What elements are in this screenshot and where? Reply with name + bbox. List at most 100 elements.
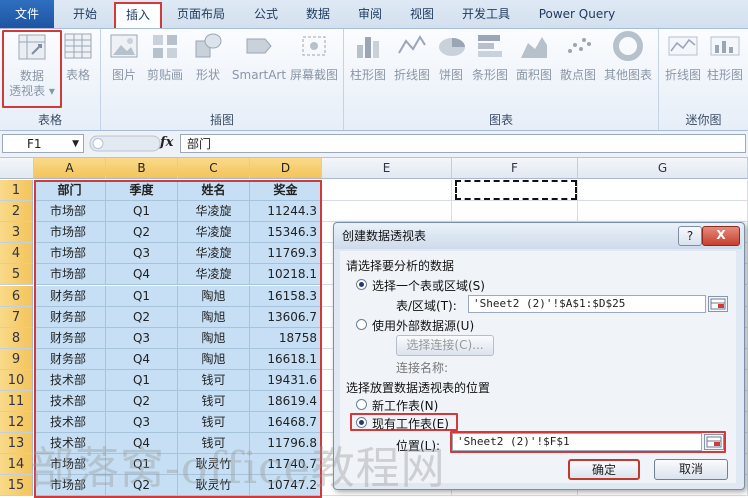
table-cell[interactable]: Q1 <box>106 285 178 307</box>
scatter-chart-button[interactable]: 散点图 <box>558 31 598 83</box>
screenshot-button[interactable]: 屏幕截图 <box>289 31 339 83</box>
sparkline-column-button[interactable]: 柱形图 <box>705 31 745 83</box>
empty-cell[interactable] <box>322 180 452 202</box>
table-cell[interactable]: Q2 <box>106 475 178 497</box>
column-chart-button[interactable]: 柱形图 <box>348 31 388 83</box>
radio-new-worksheet[interactable] <box>356 399 367 410</box>
label-select-table[interactable]: 选择一个表或区域(S) <box>372 277 485 294</box>
table-cell[interactable]: 技术部 <box>34 369 106 391</box>
other-charts-button[interactable]: 其他图表 <box>602 31 654 83</box>
tab-developer[interactable]: 开发工具 <box>454 3 518 25</box>
table-cell[interactable]: 15346.3 <box>250 222 322 244</box>
column-header-a[interactable]: A <box>34 158 106 179</box>
table-button[interactable]: 表格 <box>60 31 96 83</box>
table-cell[interactable]: 技术部 <box>34 412 106 434</box>
table-cell[interactable]: 10218.1 <box>250 264 322 286</box>
table-cell[interactable]: 陶旭 <box>178 285 250 307</box>
table-header-cell[interactable]: 姓名 <box>178 180 250 202</box>
table-cell[interactable]: 技术部 <box>34 391 106 413</box>
table-cell[interactable]: 陶旭 <box>178 306 250 328</box>
tab-view[interactable]: 视图 <box>402 3 442 25</box>
table-cell[interactable]: Q3 <box>106 243 178 265</box>
label-existing-worksheet[interactable]: 现有工作表(E) <box>372 415 449 432</box>
table-cell[interactable]: 市场部 <box>34 243 106 265</box>
table-cell[interactable]: 16158.3 <box>250 285 322 307</box>
table-cell[interactable]: Q4 <box>106 264 178 286</box>
cancel-button[interactable]: 取消 <box>654 459 728 480</box>
bar-chart-button[interactable]: 条形图 <box>470 31 510 83</box>
shapes-button[interactable]: 形状 <box>191 31 225 83</box>
row-header[interactable]: 10 <box>0 369 33 391</box>
empty-cell[interactable] <box>452 201 578 223</box>
pivot-table-button[interactable]: 数据 透视表 ▾ <box>2 30 62 108</box>
row-header[interactable]: 7 <box>0 306 33 328</box>
clipart-button[interactable]: 剪贴画 <box>145 31 185 83</box>
table-cell[interactable]: 16468.7 <box>250 412 322 434</box>
range-picker-button[interactable] <box>708 296 728 312</box>
table-cell[interactable]: 11740.7 <box>250 454 322 476</box>
table-cell[interactable]: 市场部 <box>34 222 106 244</box>
table-cell[interactable]: 财务部 <box>34 285 106 307</box>
table-cell[interactable]: Q2 <box>106 306 178 328</box>
sparkline-line-button[interactable]: 折线图 <box>663 31 703 83</box>
table-cell[interactable]: Q4 <box>106 433 178 455</box>
table-cell[interactable]: 华凌旋 <box>178 222 250 244</box>
table-cell[interactable]: Q1 <box>106 369 178 391</box>
empty-cell[interactable] <box>322 201 452 223</box>
table-cell[interactable]: Q2 <box>106 391 178 413</box>
location-picker-button[interactable] <box>704 434 724 450</box>
table-cell[interactable]: 技术部 <box>34 433 106 455</box>
location-input[interactable]: 'Sheet2 (2)'!$F$1 <box>452 433 702 451</box>
table-cell[interactable]: Q1 <box>106 454 178 476</box>
table-cell[interactable]: Q1 <box>106 201 178 223</box>
chevron-down-icon[interactable]: ▼ <box>72 135 79 154</box>
table-cell[interactable]: Q4 <box>106 348 178 370</box>
table-header-cell[interactable]: 奖金 <box>250 180 322 202</box>
label-external-source[interactable]: 使用外部数据源(U) <box>372 317 474 334</box>
table-cell[interactable]: 市场部 <box>34 201 106 223</box>
table-cell[interactable]: 市场部 <box>34 475 106 497</box>
column-header-g[interactable]: G <box>578 158 748 179</box>
table-cell[interactable]: 钱可 <box>178 391 250 413</box>
empty-cell[interactable] <box>578 201 748 223</box>
smartart-button[interactable]: SmartArt <box>231 31 287 83</box>
row-header[interactable]: 5 <box>0 264 33 286</box>
column-header-e[interactable]: E <box>322 158 452 179</box>
area-chart-button[interactable]: 面积图 <box>514 31 554 83</box>
table-cell[interactable]: 11244.3 <box>250 201 322 223</box>
tab-home[interactable]: 开始 <box>64 3 106 25</box>
table-cell[interactable]: 11769.3 <box>250 243 322 265</box>
column-header-b[interactable]: B <box>106 158 178 179</box>
table-cell[interactable]: 华凌旋 <box>178 243 250 265</box>
tab-file[interactable]: 文件 <box>0 0 54 28</box>
row-header[interactable]: 3 <box>0 222 33 244</box>
choose-connection-button[interactable]: 选择连接(C)... <box>396 335 494 356</box>
picture-button[interactable]: 图片 <box>107 31 141 83</box>
row-header[interactable]: 13 <box>0 433 33 455</box>
row-header[interactable]: 8 <box>0 327 33 349</box>
row-header[interactable]: 6 <box>0 285 33 307</box>
name-box[interactable]: F1 ▼ <box>2 134 84 153</box>
table-cell[interactable]: 钱可 <box>178 369 250 391</box>
table-header-cell[interactable]: 季度 <box>106 180 178 202</box>
column-header-d[interactable]: D <box>250 158 322 179</box>
help-button[interactable]: ? <box>678 226 702 246</box>
tab-page-layout[interactable]: 页面布局 <box>172 3 230 25</box>
column-header-f[interactable]: F <box>452 158 578 179</box>
row-header[interactable]: 9 <box>0 348 33 370</box>
table-cell[interactable]: 华凌旋 <box>178 264 250 286</box>
table-cell[interactable]: 财务部 <box>34 327 106 349</box>
table-cell[interactable]: 18758 <box>250 327 322 349</box>
table-cell[interactable]: 陶旭 <box>178 327 250 349</box>
table-cell[interactable]: 钱可 <box>178 412 250 434</box>
table-cell[interactable]: 耿灵竹 <box>178 475 250 497</box>
table-cell[interactable]: 市场部 <box>34 454 106 476</box>
table-cell[interactable]: 11796.8 <box>250 433 322 455</box>
empty-cell[interactable] <box>578 180 748 202</box>
pie-chart-button[interactable]: 饼图 <box>436 31 466 83</box>
row-header[interactable]: 2 <box>0 201 33 223</box>
table-cell[interactable]: Q3 <box>106 327 178 349</box>
row-header[interactable]: 12 <box>0 412 33 434</box>
close-button[interactable]: X <box>702 226 740 246</box>
table-cell[interactable]: Q3 <box>106 412 178 434</box>
